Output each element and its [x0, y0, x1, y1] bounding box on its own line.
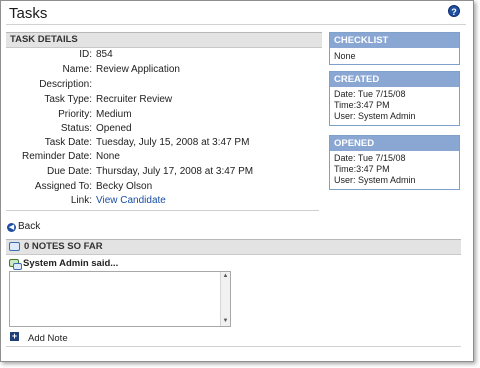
- details-divider: [6, 210, 319, 211]
- detail-label: Link:: [70, 195, 92, 206]
- page-title: Tasks: [9, 5, 48, 22]
- detail-value: 854: [96, 49, 113, 60]
- detail-label: Status:: [60, 123, 92, 134]
- opened-user: User: System Admin: [334, 175, 416, 185]
- add-icon[interactable]: +: [10, 332, 19, 341]
- detail-value: Thursday, July 17, 2008 at 3:47 PM: [96, 166, 254, 177]
- created-time: Time:3:47 PM: [334, 100, 390, 110]
- note-author-label: System Admin said...: [23, 258, 119, 269]
- created-panel: CREATED Date: Tue 7/15/08 Time:3:47 PM U…: [329, 71, 460, 126]
- detail-value: Review Application: [96, 64, 180, 75]
- detail-value: None: [96, 151, 120, 162]
- detail-value: Recruiter Review: [96, 94, 173, 105]
- detail-value: Becky Olson: [96, 181, 153, 192]
- add-note-button[interactable]: Add Note: [28, 333, 68, 344]
- bottom-divider: [6, 346, 461, 347]
- created-user: User: System Admin: [334, 111, 416, 121]
- opened-header: OPENED: [330, 136, 459, 151]
- detail-label: Task Date:: [44, 137, 92, 148]
- checklist-header: CHECKLIST: [330, 33, 459, 48]
- detail-label: Priority:: [58, 109, 92, 120]
- tasks-window: Tasks ? TASK DETAILS ID: 854 Name: Revie…: [0, 0, 474, 362]
- detail-value: Tuesday, July 15, 2008 at 3:47 PM: [96, 137, 250, 148]
- detail-label: Name:: [62, 64, 92, 75]
- help-icon[interactable]: ?: [448, 5, 460, 17]
- title-divider: [6, 24, 466, 25]
- opened-date: Date: Tue 7/15/08: [334, 153, 406, 163]
- checklist-value: None: [334, 51, 356, 61]
- detail-label: ID:: [79, 49, 92, 60]
- note-scrollbar[interactable]: ▲ ▼: [220, 272, 230, 326]
- scroll-up-icon[interactable]: ▲: [221, 272, 230, 281]
- note-textarea[interactable]: ▲ ▼: [9, 271, 231, 327]
- view-candidate-link[interactable]: View Candidate: [96, 194, 166, 208]
- created-header: CREATED: [330, 72, 459, 87]
- opened-time: Time:3:47 PM: [334, 164, 390, 174]
- speech-bubbles-icon: [9, 242, 20, 251]
- detail-label: Reminder Date:: [21, 151, 92, 162]
- scroll-down-icon[interactable]: ▼: [221, 317, 230, 326]
- opened-panel: OPENED Date: Tue 7/15/08 Time:3:47 PM Us…: [329, 135, 460, 190]
- detail-label: Due Date:: [46, 166, 92, 177]
- notes-header: 0 NOTES SO FAR: [6, 239, 461, 255]
- detail-label: Task Type:: [44, 94, 92, 105]
- checklist-panel: CHECKLIST None: [329, 32, 460, 65]
- chat-icon: [9, 259, 22, 270]
- created-date: Date: Tue 7/15/08: [334, 89, 406, 99]
- detail-value: Opened: [96, 123, 132, 134]
- task-details-header: TASK DETAILS: [6, 32, 322, 48]
- detail-label: Assigned To:: [34, 181, 92, 192]
- detail-value: Medium: [96, 109, 132, 120]
- back-arrow-icon[interactable]: ◀: [7, 223, 16, 232]
- notes-count-label: 0 NOTES SO FAR: [24, 241, 103, 252]
- detail-label: Description:: [39, 79, 92, 90]
- back-link[interactable]: Back: [18, 221, 40, 232]
